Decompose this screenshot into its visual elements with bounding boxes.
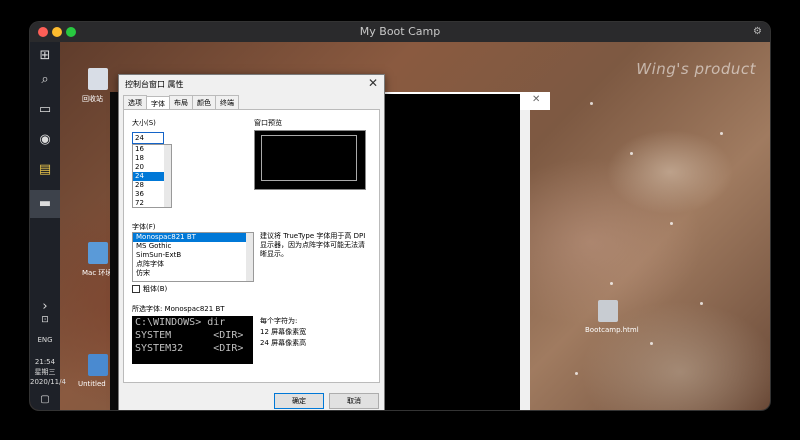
list-item[interactable]: SimSun-ExtB bbox=[133, 251, 253, 260]
char-size-label: 每个字符为: bbox=[260, 317, 298, 325]
selected-font-label: 所选字体: Monospac821 BT bbox=[132, 305, 225, 313]
bootcamp-file-icon[interactable] bbox=[598, 300, 618, 322]
task-view-icon[interactable]: ▭ bbox=[35, 100, 55, 120]
settings-icon[interactable]: ⚙ bbox=[753, 26, 762, 38]
window-preview-screen bbox=[261, 135, 357, 181]
bootcamp-file-label: Bootcamp.html bbox=[585, 326, 639, 334]
mac-drive-label: Mac 环境 bbox=[82, 269, 113, 277]
font-list[interactable]: Monospac821 BT MS Gothic SimSun-ExtB 点阵字… bbox=[132, 232, 254, 282]
size-list-scrollbar[interactable] bbox=[164, 145, 171, 207]
checkbox-box[interactable] bbox=[132, 285, 140, 293]
size-list[interactable]: 16 18 20 24 28 36 72 bbox=[132, 144, 172, 208]
notification-icon[interactable]: ▢ bbox=[35, 390, 55, 410]
close-icon[interactable]: ✕ bbox=[368, 76, 378, 90]
char-width: 12 屏幕像素宽 bbox=[260, 328, 307, 336]
start-icon[interactable]: ⊞ bbox=[35, 46, 55, 66]
console-properties-dialog: 控制台窗口 属性 ✕ 选项 字体 布局 颜色 终端 大小(S) 24 16 18… bbox=[118, 74, 385, 410]
clock-day: 星期三 bbox=[34, 368, 56, 376]
window-preview bbox=[254, 130, 366, 190]
titlebar-icons: ⚙ bbox=[753, 26, 762, 38]
tab-strip: 选项 字体 布局 颜色 终端 bbox=[123, 95, 239, 111]
tab-colors[interactable]: 颜色 bbox=[192, 95, 216, 110]
console-window[interactable] bbox=[380, 94, 520, 410]
close-icon[interactable]: ✕ bbox=[532, 94, 540, 105]
tab-terminal[interactable]: 终端 bbox=[215, 95, 239, 110]
font-note: 建议将 TrueType 字体用于高 DPI 显示器，因为点阵字体可能无法清晰显… bbox=[260, 232, 366, 258]
window-title: My Boot Camp bbox=[359, 25, 441, 38]
sample-line: SYSTEM <DIR> bbox=[135, 330, 244, 341]
untitled-icon[interactable] bbox=[88, 354, 108, 376]
tab-layout[interactable]: 布局 bbox=[169, 95, 193, 110]
font-list-scrollbar[interactable] bbox=[246, 233, 253, 281]
console-icon: ▬ bbox=[38, 196, 52, 211]
size-group-label: 大小(S) bbox=[132, 119, 156, 127]
mac-drive-icon[interactable] bbox=[88, 242, 108, 264]
sample-line: C:\WINDOWS> dir bbox=[135, 317, 226, 328]
input-language[interactable]: ENG bbox=[30, 336, 60, 345]
sample-line: SYSTEM32 <DIR> bbox=[135, 343, 244, 354]
clock-time[interactable]: 21:54 bbox=[30, 358, 60, 367]
clock-date: 2020/11/4 bbox=[30, 378, 66, 386]
bold-checkbox[interactable]: 粗体(B) bbox=[132, 284, 167, 294]
list-item-selected[interactable]: Monospac821 BT bbox=[133, 233, 253, 242]
preview-label: 窗口预览 bbox=[254, 119, 282, 127]
edge-icon[interactable]: ◉ bbox=[35, 130, 55, 150]
list-item[interactable]: 点阵字体 bbox=[133, 260, 253, 269]
network-icon[interactable]: ⊡ bbox=[35, 310, 55, 330]
cancel-button[interactable]: 取消 bbox=[329, 393, 379, 409]
font-tab-panel: 大小(S) 24 16 18 20 24 28 36 72 窗口预览 字体(F) bbox=[123, 109, 380, 383]
size-input[interactable]: 24 bbox=[132, 132, 164, 144]
windows-taskbar: ⊞ ⌕ ▭ ◉ ▤ ▬ › ⊡ ENG 21:54 星期三 2020/11/4 … bbox=[30, 42, 66, 410]
tab-options[interactable]: 选项 bbox=[123, 95, 147, 110]
char-size-info: 每个字符为: 12 屏幕像素宽 24 屏幕像素高 bbox=[260, 316, 306, 349]
bold-label: 粗体(B) bbox=[143, 285, 168, 293]
font-group-label: 字体(F) bbox=[132, 223, 156, 231]
mac-titlebar: My Boot Camp ⚙ bbox=[30, 22, 770, 42]
windows-desktop: Wing's product ⊞ ⌕ ▭ ◉ ▤ ▬ › ⊡ ENG 21:54… bbox=[30, 42, 770, 410]
char-height: 24 屏幕像素高 bbox=[260, 339, 307, 347]
ok-button[interactable]: 确定 bbox=[274, 393, 324, 409]
untitled-label: Untitled bbox=[78, 380, 106, 388]
file-explorer-icon[interactable]: ▤ bbox=[35, 160, 55, 180]
list-item[interactable]: MS Gothic bbox=[133, 242, 253, 251]
recycle-bin-icon[interactable] bbox=[88, 68, 108, 90]
list-item[interactable]: 仿宋 bbox=[133, 269, 253, 278]
dialog-title: 控制台窗口 属性 bbox=[125, 80, 184, 89]
mac-window: My Boot Camp ⚙ Wing's product ⊞ ⌕ ▭ ◉ ▤ … bbox=[30, 22, 770, 410]
watermark-text: Wing's product bbox=[636, 60, 756, 78]
console-scrollbar[interactable] bbox=[520, 110, 530, 410]
font-sample: C:\WINDOWS> dir SYSTEM <DIR> SYSTEM32 <DIR… bbox=[132, 316, 253, 364]
recycle-bin-label: 回收站 bbox=[82, 95, 103, 103]
search-icon[interactable]: ⌕ bbox=[35, 70, 55, 90]
